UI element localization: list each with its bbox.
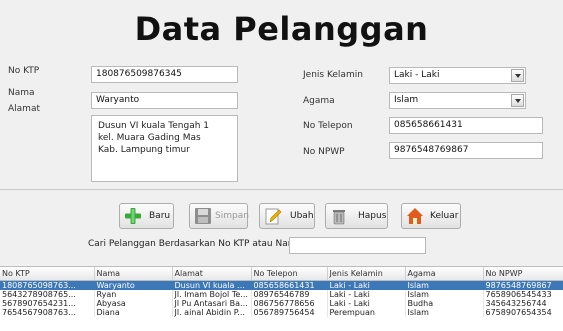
jenis-kelamin-select[interactable]: Laki - Laki: [389, 67, 526, 84]
table-row[interactable]: 7654567908763... Diana Jl. ainal Abidin …: [0, 308, 563, 317]
table-cell: Islam: [405, 308, 484, 317]
table-cell: Laki - Laki: [327, 299, 406, 308]
table-cell: 056789756454: [251, 308, 328, 317]
alamat-line-1: Dusun VI kuala Tengah 1: [98, 121, 210, 131]
table-cell: 7658906545433: [483, 290, 563, 299]
table-row[interactable]: 5678907654231... Abyasa Jl Pu Antasari B…: [0, 299, 563, 308]
no-ktp-field[interactable]: 180876509876345: [91, 66, 238, 83]
green-plus-icon: [125, 208, 141, 224]
no-npwp-field[interactable]: 9876548769867: [389, 142, 543, 159]
search-input[interactable]: [289, 237, 426, 254]
nama-label: Nama: [8, 88, 35, 98]
alamat-line-3: Kab. Lampung timur: [98, 145, 190, 155]
customer-data-window: Data Pelanggan No KTP Nama Alamat 180876…: [0, 0, 563, 331]
agama-label: Agama: [303, 96, 335, 106]
table-cell: 085658661431: [251, 280, 328, 290]
table-row[interactable]: 5643278908765... Ryan Jl. Imam Bojol Te.…: [0, 290, 563, 299]
no-ktp-label: No KTP: [8, 66, 40, 76]
baru-label: Baru: [149, 211, 171, 221]
col-header-agama[interactable]: Agama: [405, 267, 484, 281]
table-cell: 5643278908765...: [0, 290, 95, 299]
agama-value: Islam: [394, 95, 419, 105]
table-cell: 086756778656: [251, 299, 328, 308]
table-cell: 6758907654354: [483, 308, 563, 317]
table-cell: Islam: [405, 290, 484, 299]
table-cell: 1808765098763...: [0, 280, 95, 290]
table-cell: Budha: [405, 299, 484, 308]
hapus-label: Hapus: [358, 211, 387, 221]
table-cell: Diana: [94, 308, 173, 317]
col-header-no-telepon[interactable]: No Telepon: [251, 267, 328, 281]
table-cell: Waryanto: [94, 280, 173, 290]
table-cell: Dusun VI kuala T...: [172, 280, 252, 290]
nama-field[interactable]: Waryanto: [91, 92, 238, 109]
chevron-down-icon[interactable]: [511, 94, 524, 107]
agama-select[interactable]: Islam: [389, 92, 526, 109]
hapus-button[interactable]: Hapus: [325, 203, 388, 229]
page-title: Data Pelanggan: [134, 10, 429, 48]
search-label: Cari Pelanggan Berdasarkan No KTP atau N…: [88, 239, 302, 249]
table-header-row: No KTP Nama Alamat No Telepon Jenis Kela…: [0, 267, 563, 281]
col-header-no-ktp[interactable]: No KTP: [0, 267, 95, 281]
col-header-jenis-kelamin[interactable]: Jenis Kelamin: [327, 267, 406, 281]
table-cell: 9876548769867: [483, 280, 563, 290]
table-cell: Jl. ainal Abidin P...: [172, 308, 252, 317]
table-cell: Laki - Laki: [327, 280, 406, 290]
simpan-label: Simpan: [215, 211, 249, 221]
chevron-down-icon[interactable]: [511, 69, 524, 82]
ubah-label: Ubah: [290, 211, 314, 221]
alamat-textarea[interactable]: Dusun VI kuala Tengah 1 kel. Muara Gadin…: [91, 115, 238, 182]
table-row[interactable]: 1808765098763... Waryanto Dusun VI kuala…: [0, 280, 563, 290]
trash-bin-icon: [333, 210, 345, 225]
table-cell: Laki - Laki: [327, 290, 406, 299]
jenis-kelamin-label: Jenis Kelamin: [303, 70, 363, 80]
col-header-alamat[interactable]: Alamat: [172, 267, 252, 281]
edit-pencil-icon: [265, 208, 282, 225]
table-cell: 7654567908763...: [0, 308, 95, 317]
divider: [0, 189, 563, 190]
col-header-no-npwp[interactable]: No NPWP: [483, 267, 563, 281]
no-npwp-label: No NPWP: [303, 147, 345, 157]
table-cell: 5678907654231...: [0, 299, 95, 308]
table-cell: 345643256744: [483, 299, 563, 308]
table-cell: Jl Pu Antasari Ba...: [172, 299, 252, 308]
table-cell: Abyasa: [94, 299, 173, 308]
alamat-line-2: kel. Muara Gading Mas: [98, 133, 201, 143]
ubah-button[interactable]: Ubah: [259, 203, 315, 229]
table-cell: Ryan: [94, 290, 173, 299]
keluar-button[interactable]: Keluar: [401, 203, 461, 229]
customer-table: No KTP Nama Alamat No Telepon Jenis Kela…: [0, 266, 563, 331]
col-header-nama[interactable]: Nama: [94, 267, 173, 281]
floppy-disk-icon: [195, 208, 211, 224]
table-cell: 08976546789: [251, 290, 328, 299]
table-cell: Perempuan: [327, 308, 406, 317]
no-telepon-field[interactable]: 085658661431: [389, 117, 543, 134]
home-exit-icon: [407, 208, 423, 224]
no-telepon-label: No Telepon: [303, 121, 353, 131]
keluar-label: Keluar: [430, 211, 459, 221]
alamat-label: Alamat: [8, 104, 40, 114]
jenis-kelamin-value: Laki - Laki: [394, 70, 440, 80]
table-cell: Islam: [405, 280, 484, 290]
simpan-button[interactable]: Simpan: [189, 203, 249, 229]
baru-button[interactable]: Baru: [119, 203, 174, 229]
table-cell: Jl. Imam Bojol Te...: [172, 290, 252, 299]
